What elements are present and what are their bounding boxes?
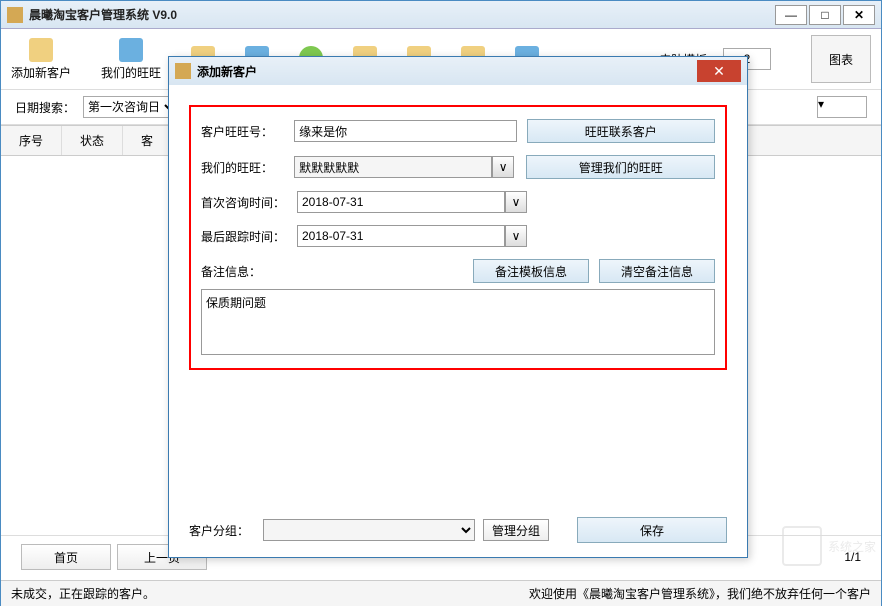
status-text: 未成交，正在跟踪的客户。	[11, 585, 155, 602]
dialog-close-button[interactable]: ✕	[697, 60, 741, 82]
wangwang-icon	[119, 38, 143, 62]
highlight-box: 客户旺旺号： 旺旺联系客户 我们的旺旺： ∨ 管理我们的旺旺 首次咨询时间： ∨	[189, 105, 727, 370]
main-titlebar: 晨曦淘宝客户管理系统 V9.0 — □ ✕	[1, 1, 881, 29]
date-type-select[interactable]: 第一次咨询日	[83, 96, 178, 118]
first-time-input[interactable]	[297, 191, 505, 213]
group-select[interactable]	[263, 519, 475, 541]
our-ww-select[interactable]	[294, 156, 492, 178]
app-title: 晨曦淘宝客户管理系统 V9.0	[29, 6, 775, 23]
minimize-button[interactable]: —	[775, 5, 807, 25]
welcome-text: 欢迎使用《晨曦淘宝客户管理系统》，我们绝不放弃任何一个客户	[529, 585, 871, 602]
manage-our-ww-button[interactable]: 管理我们的旺旺	[526, 155, 715, 179]
note-textarea[interactable]: 保质期问题	[201, 289, 715, 355]
add-customer-dialog: 添加新客户 ✕ 客户旺旺号： 旺旺联系客户 我们的旺旺： ∨ 管理我们的旺旺 首…	[168, 56, 748, 558]
add-customer-icon	[29, 38, 53, 62]
note-label: 备注信息：	[201, 263, 261, 280]
first-time-label: 首次咨询时间：	[201, 194, 287, 211]
note-template-button[interactable]: 备注模板信息	[473, 259, 589, 283]
chevron-down-icon[interactable]: ∨	[505, 191, 527, 213]
th-status: 状态	[62, 126, 123, 155]
dialog-icon	[175, 63, 191, 79]
contact-customer-button[interactable]: 旺旺联系客户	[527, 119, 715, 143]
our-ww-label: 我们的旺旺：	[201, 159, 284, 176]
right-select[interactable]: ▾	[817, 96, 867, 118]
th-customer: 客	[123, 126, 172, 155]
tool-label: 添加新客户	[11, 64, 71, 81]
chart-button[interactable]: 图表	[811, 35, 871, 83]
our-wangwang-tool[interactable]: 我们的旺旺	[101, 38, 161, 81]
page-info: 1/1	[844, 550, 861, 564]
last-time-label: 最后跟踪时间：	[201, 228, 287, 245]
customer-ww-input[interactable]	[294, 120, 517, 142]
chevron-down-icon[interactable]: ∨	[505, 225, 527, 247]
last-time-input[interactable]	[297, 225, 505, 247]
th-seq: 序号	[1, 126, 62, 155]
customer-ww-label: 客户旺旺号：	[201, 123, 284, 140]
dialog-title: 添加新客户	[197, 63, 697, 80]
dialog-titlebar: 添加新客户 ✕	[169, 57, 747, 85]
app-icon	[7, 7, 23, 23]
first-page-button[interactable]: 首页	[21, 544, 111, 570]
statusbar: 未成交，正在跟踪的客户。 欢迎使用《晨曦淘宝客户管理系统》，我们绝不放弃任何一个…	[1, 580, 881, 606]
chevron-down-icon[interactable]: ∨	[492, 156, 514, 178]
close-button[interactable]: ✕	[843, 5, 875, 25]
group-label: 客户分组：	[189, 522, 255, 539]
maximize-button[interactable]: □	[809, 5, 841, 25]
clear-note-button[interactable]: 清空备注信息	[599, 259, 715, 283]
manage-group-button[interactable]: 管理分组	[483, 519, 549, 541]
tool-label: 我们的旺旺	[101, 64, 161, 81]
add-customer-tool[interactable]: 添加新客户	[11, 38, 71, 81]
save-button[interactable]: 保存	[577, 517, 727, 543]
date-search-label: 日期搜索：	[15, 99, 75, 116]
